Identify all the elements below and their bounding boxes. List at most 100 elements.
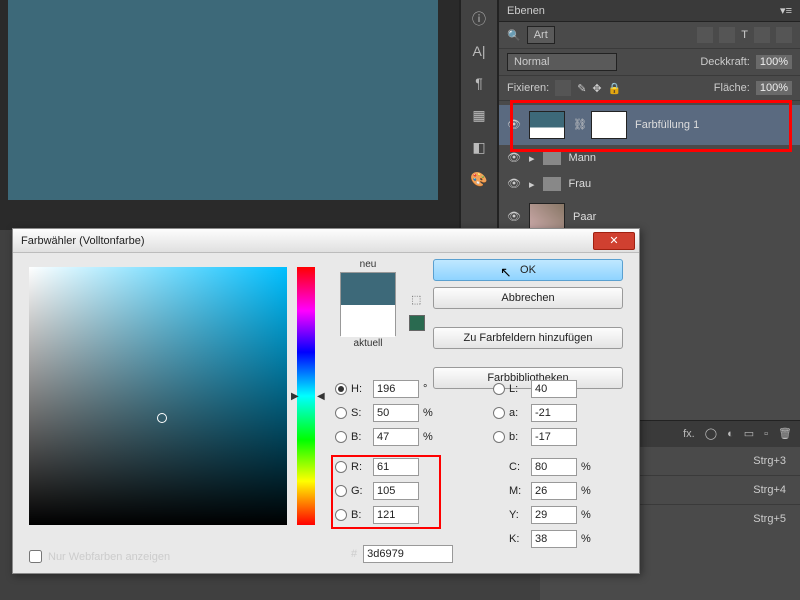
group-icon[interactable]: ▭: [744, 427, 754, 440]
radio-r[interactable]: [335, 461, 347, 473]
s-input[interactable]: [373, 404, 419, 422]
hex-field: #: [351, 545, 453, 563]
cancel-button[interactable]: Abbrechen: [433, 287, 623, 309]
layer-name[interactable]: Paar: [573, 211, 596, 223]
layer-row-group[interactable]: 👁 ▸ Mann: [499, 145, 800, 171]
filter-adjust-icon[interactable]: [719, 27, 735, 43]
layer-thumb[interactable]: [529, 111, 565, 139]
adjustment-icon[interactable]: ◐: [727, 428, 734, 440]
new-label: neu: [333, 259, 403, 270]
y-input[interactable]: [531, 506, 577, 524]
radio-lab-b[interactable]: [493, 431, 505, 443]
new-layer-icon[interactable]: ▫: [764, 428, 768, 440]
close-button[interactable]: ✕: [593, 232, 635, 250]
add-swatch-button[interactable]: Zu Farbfeldern hinzufügen: [433, 327, 623, 349]
lock-transparent-icon[interactable]: [555, 80, 571, 96]
web-colors-label: Nur Webfarben anzeigen: [48, 551, 170, 563]
layer-thumb[interactable]: [529, 203, 565, 231]
layer-row-group[interactable]: 👁 ▸ Frau: [499, 171, 800, 197]
trash-icon[interactable]: 🗑: [778, 427, 792, 440]
panel-tab-bar: Ebenen ▾≡: [499, 0, 800, 22]
color-picker-dialog: Farbwähler (Volltonfarbe) ✕ ▶ ◀ neu aktu…: [12, 228, 640, 574]
lock-brush-icon[interactable]: ✎: [577, 82, 586, 95]
m-input[interactable]: [531, 482, 577, 500]
radio-h[interactable]: [335, 383, 347, 395]
websafe-swatch[interactable]: [409, 315, 425, 331]
hex-prefix: #: [351, 548, 357, 560]
folder-icon: [543, 151, 561, 165]
color-compare[interactable]: [340, 272, 396, 336]
l-input[interactable]: [531, 380, 577, 398]
lab-b-input[interactable]: [531, 428, 577, 446]
hex-input[interactable]: [363, 545, 453, 563]
mask-icon[interactable]: ◯: [705, 427, 717, 440]
g-input[interactable]: [373, 482, 419, 500]
palette-icon[interactable]: 🎨: [468, 168, 490, 190]
a-input[interactable]: [531, 404, 577, 422]
c-input[interactable]: [531, 458, 577, 476]
character-icon[interactable]: A|: [468, 40, 490, 62]
lock-label: Fixieren:: [507, 82, 549, 94]
sv-cursor: [157, 413, 167, 423]
blend-opacity-row: Normal Deckkraft: 100%: [499, 49, 800, 76]
dialog-titlebar[interactable]: Farbwähler (Volltonfarbe) ✕: [13, 229, 639, 253]
dialog-title: Farbwähler (Volltonfarbe): [21, 235, 145, 247]
fill-label: Fläche:: [714, 82, 750, 94]
canvas-fill: [8, 0, 438, 200]
layer-name[interactable]: Frau: [569, 178, 592, 190]
chevron-right-icon[interactable]: ▸: [529, 152, 535, 165]
fx-icon[interactable]: fx.: [683, 428, 695, 440]
visibility-icon[interactable]: 👁: [507, 151, 521, 165]
web-colors-input[interactable]: [29, 550, 42, 563]
radio-l[interactable]: [493, 383, 505, 395]
current-label: aktuell: [333, 338, 403, 349]
panel-title[interactable]: Ebenen: [507, 5, 545, 17]
panel-menu-icon[interactable]: ▾≡: [780, 4, 792, 17]
saturation-value-field[interactable]: [29, 267, 287, 525]
radio-bl[interactable]: [335, 509, 347, 521]
k-input[interactable]: [531, 530, 577, 548]
channel-shortcut: Strg+3: [753, 455, 786, 467]
r-input[interactable]: [373, 458, 419, 476]
hue-arrow-right-icon: ◀: [317, 391, 325, 402]
hue-slider[interactable]: [297, 267, 315, 525]
canvas-area: [0, 0, 460, 230]
ok-button[interactable]: OK: [433, 259, 623, 281]
paragraph-icon[interactable]: ¶: [468, 72, 490, 94]
radio-s[interactable]: [335, 407, 347, 419]
visibility-icon[interactable]: 👁: [507, 210, 521, 224]
layer-name[interactable]: Mann: [569, 152, 597, 164]
radio-a[interactable]: [493, 407, 505, 419]
grid-icon[interactable]: ▦: [468, 104, 490, 126]
mask-thumb[interactable]: [591, 111, 627, 139]
radio-b[interactable]: [335, 431, 347, 443]
fill-value[interactable]: 100%: [756, 81, 792, 95]
lock-all-icon[interactable]: 🔒: [608, 82, 622, 95]
layer-name[interactable]: Farbfüllung 1: [635, 119, 699, 131]
filter-type-select[interactable]: Art: [527, 26, 555, 44]
filter-pixel-icon[interactable]: [697, 27, 713, 43]
br-input[interactable]: [373, 428, 419, 446]
search-icon[interactable]: 🔍: [507, 29, 521, 42]
link-icon[interactable]: ⛓: [573, 118, 583, 132]
blend-mode-select[interactable]: Normal: [507, 53, 617, 71]
radio-g[interactable]: [335, 485, 347, 497]
chevron-right-icon[interactable]: ▸: [529, 178, 535, 191]
swatch-icon[interactable]: ◧: [468, 136, 490, 158]
layer-list: 👁 ⛓ Farbfüllung 1 👁 ▸ Mann 👁 ▸ Frau 👁 Pa…: [499, 101, 800, 241]
b-input[interactable]: [373, 506, 419, 524]
lock-fill-row: Fixieren: ✎ ✥ 🔒 Fläche: 100%: [499, 76, 800, 101]
filter-smart-icon[interactable]: [776, 27, 792, 43]
visibility-icon[interactable]: 👁: [507, 177, 521, 191]
info-icon[interactable]: ⓘ: [468, 8, 490, 30]
cube-icon[interactable]: ⬚: [411, 293, 425, 307]
visibility-icon[interactable]: 👁: [507, 118, 521, 132]
opacity-value[interactable]: 100%: [756, 55, 792, 69]
lock-move-icon[interactable]: ✥: [592, 82, 601, 95]
layer-row-fill[interactable]: 👁 ⛓ Farbfüllung 1: [499, 105, 800, 145]
h-input[interactable]: [373, 380, 419, 398]
channel-shortcut: Strg+5: [753, 513, 786, 525]
filter-shape-icon[interactable]: [754, 27, 770, 43]
web-colors-checkbox[interactable]: Nur Webfarben anzeigen: [29, 550, 170, 563]
filter-type-icon[interactable]: T: [741, 29, 748, 41]
